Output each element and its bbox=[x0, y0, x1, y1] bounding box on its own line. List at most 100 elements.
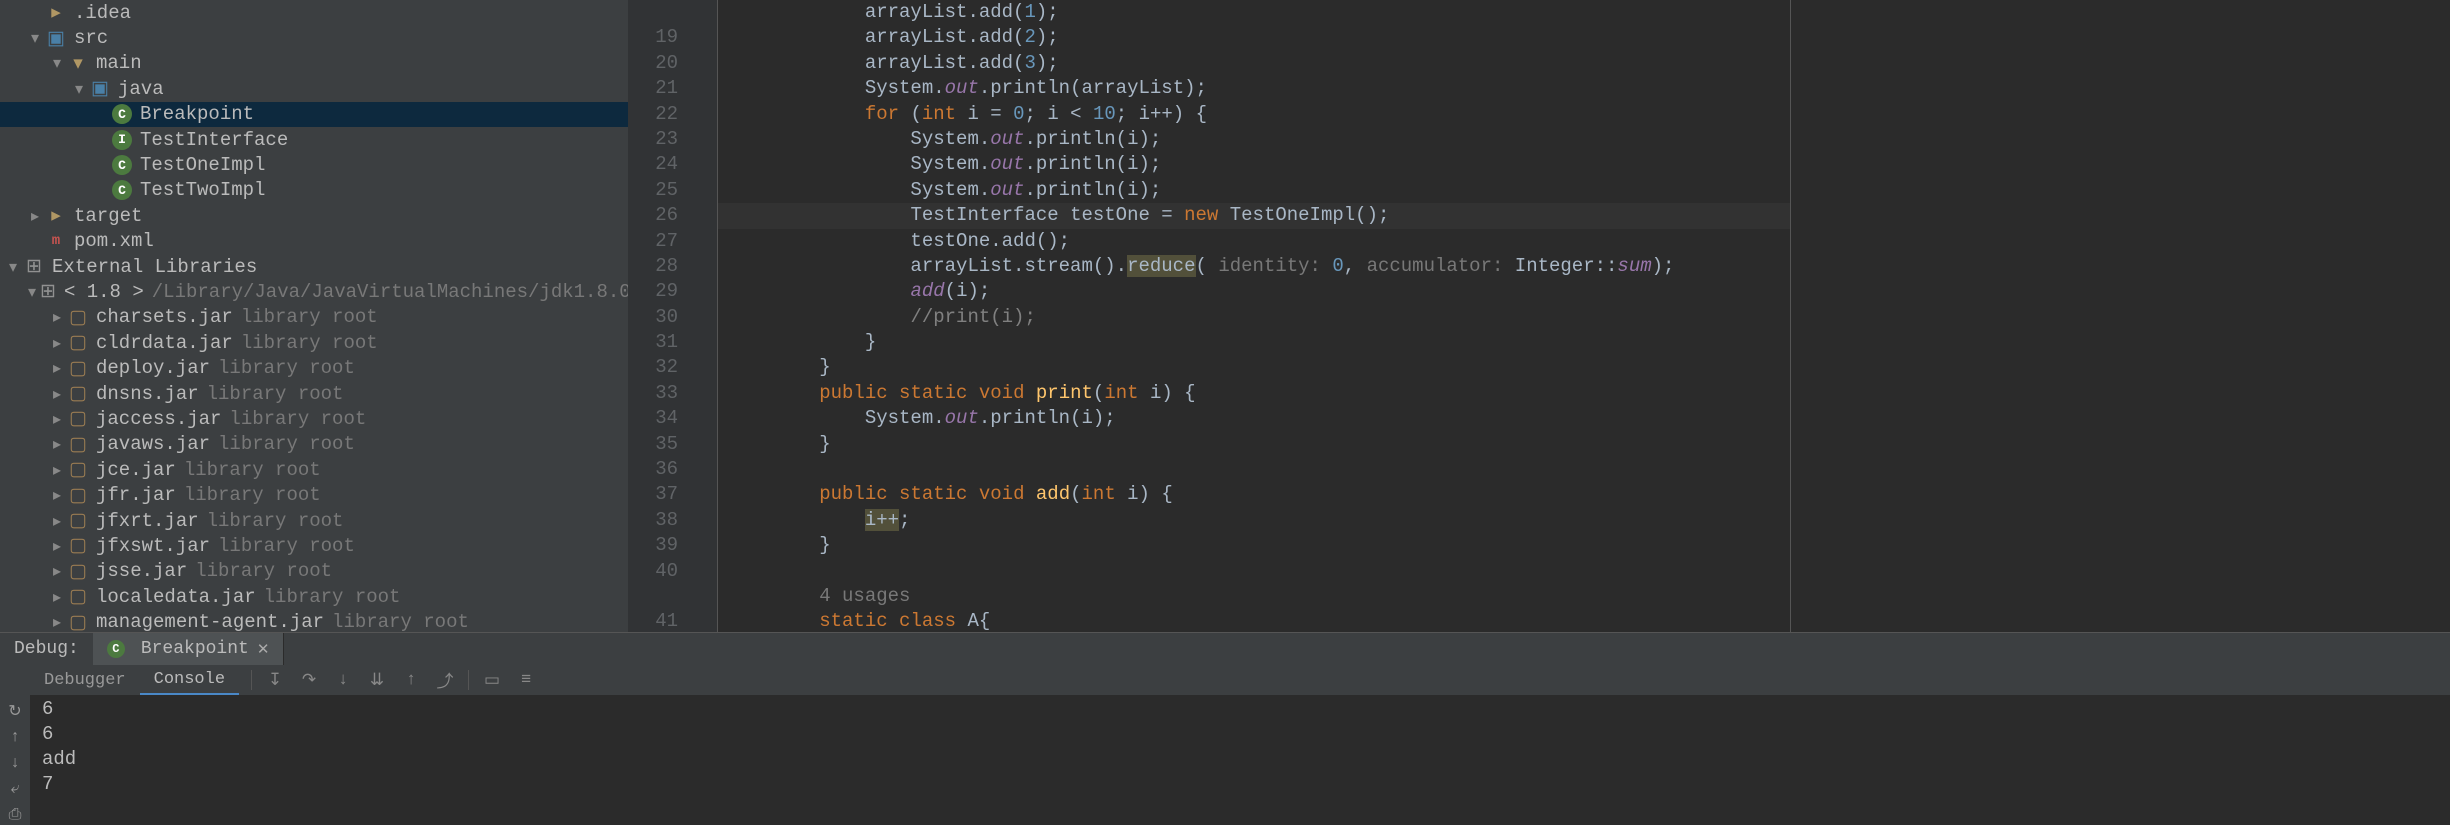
tree-item[interactable]: ▾▾main bbox=[0, 51, 628, 76]
chevron-down-icon[interactable]: ▾ bbox=[50, 56, 64, 70]
chevron-down-icon[interactable]: ▾ bbox=[28, 31, 42, 45]
debug-toolwindow[interactable]: Debug: C Breakpoint ✕ Debugger Console ↧… bbox=[0, 632, 2450, 790]
tree-item[interactable]: ▾⊞External Libraries bbox=[0, 254, 628, 279]
tree-item[interactable]: ▸▢jaccess.jarlibrary root bbox=[0, 406, 628, 431]
chevron-right-icon[interactable]: ▸ bbox=[50, 437, 64, 451]
code-line[interactable]: public static void add(int i) { bbox=[718, 482, 1790, 507]
chevron-down-icon[interactable]: ▾ bbox=[6, 260, 20, 274]
tree-item[interactable]: ▸▢dnsns.jarlibrary root bbox=[0, 381, 628, 406]
debug-config-tab[interactable]: C Breakpoint ✕ bbox=[93, 633, 285, 665]
drop-frame-icon[interactable]: ⤴ bbox=[434, 669, 456, 691]
code-line[interactable]: add(i); bbox=[718, 279, 1790, 304]
step-out-icon[interactable]: ↑ bbox=[400, 669, 422, 691]
line-number[interactable]: 29 bbox=[628, 279, 678, 304]
tree-item[interactable]: ▸▢charsets.jarlibrary root bbox=[0, 305, 628, 330]
code-editor[interactable]: 1920212223242526272829303132333435363738… bbox=[628, 0, 2450, 632]
code-area[interactable]: arrayList.add(1); arrayList.add(2); arra… bbox=[718, 0, 1790, 632]
chevron-right-icon[interactable]: ▸ bbox=[50, 539, 64, 553]
tree-item[interactable]: ▸▸target bbox=[0, 203, 628, 228]
rerun-icon[interactable]: ↻ bbox=[5, 701, 25, 721]
tree-item[interactable]: ▸▢jce.jarlibrary root bbox=[0, 457, 628, 482]
code-line[interactable]: } bbox=[718, 330, 1790, 355]
code-line[interactable]: System.out.println(i); bbox=[718, 127, 1790, 152]
chevron-right-icon[interactable]: ▸ bbox=[50, 336, 64, 350]
tree-item[interactable]: ▾▣src bbox=[0, 25, 628, 50]
down-icon[interactable]: ↓ bbox=[5, 753, 25, 773]
tab-debugger[interactable]: Debugger bbox=[30, 665, 140, 695]
line-number[interactable]: 28 bbox=[628, 254, 678, 279]
code-line[interactable]: testOne.add(); bbox=[718, 229, 1790, 254]
code-line[interactable]: static class A{ bbox=[718, 609, 1790, 632]
tree-item[interactable]: ▸▢localedata.jarlibrary root bbox=[0, 584, 628, 609]
code-line[interactable]: System.out.println(arrayList); bbox=[718, 76, 1790, 101]
tree-item[interactable]: CTestTwoImpl bbox=[0, 178, 628, 203]
code-line[interactable]: System.out.println(i); bbox=[718, 406, 1790, 431]
tree-item[interactable]: ITestInterface bbox=[0, 127, 628, 152]
chevron-right-icon[interactable]: ▸ bbox=[50, 361, 64, 375]
code-line[interactable]: arrayList.add(1); bbox=[718, 0, 1790, 25]
code-line[interactable]: arrayList.add(3); bbox=[718, 51, 1790, 76]
code-line[interactable]: System.out.println(i); bbox=[718, 178, 1790, 203]
chevron-right-icon[interactable]: ▸ bbox=[50, 310, 64, 324]
print-icon[interactable]: ⎙ bbox=[5, 805, 25, 825]
code-line[interactable] bbox=[718, 457, 1790, 482]
line-number[interactable]: 36 bbox=[628, 457, 678, 482]
line-number[interactable]: 19 bbox=[628, 25, 678, 50]
line-number[interactable]: 24 bbox=[628, 152, 678, 177]
evaluate-icon[interactable]: ≡ bbox=[515, 669, 537, 691]
chevron-right-icon[interactable]: ▸ bbox=[50, 590, 64, 604]
tree-item[interactable]: ▸▢cldrdata.jarlibrary root bbox=[0, 330, 628, 355]
code-line[interactable]: arrayList.add(2); bbox=[718, 25, 1790, 50]
chevron-down-icon[interactable]: ▾ bbox=[28, 285, 36, 299]
code-line[interactable]: } bbox=[718, 432, 1790, 457]
line-number[interactable] bbox=[628, 0, 678, 25]
console-output[interactable]: 66add7 bbox=[30, 695, 2450, 825]
tree-item[interactable]: ▸▢jfr.jarlibrary root bbox=[0, 482, 628, 507]
line-number[interactable]: 41 bbox=[628, 609, 678, 632]
step-into-icon[interactable]: ↓ bbox=[332, 669, 354, 691]
fold-column[interactable] bbox=[698, 0, 718, 632]
soft-wrap-icon[interactable]: ⤶ bbox=[5, 779, 25, 799]
tree-item[interactable]: ▸▢deploy.jarlibrary root bbox=[0, 355, 628, 380]
tree-item[interactable]: ▸▢jsse.jarlibrary root bbox=[0, 559, 628, 584]
line-number[interactable]: 23 bbox=[628, 127, 678, 152]
line-number[interactable]: 40 bbox=[628, 559, 678, 584]
run-to-cursor-icon[interactable]: ▭ bbox=[481, 669, 503, 691]
tree-item[interactable]: ▸▢jfxrt.jarlibrary root bbox=[0, 508, 628, 533]
tree-item[interactable]: ▸▢management-agent.jarlibrary root bbox=[0, 609, 628, 632]
line-number[interactable]: 25 bbox=[628, 178, 678, 203]
code-line[interactable]: i++; bbox=[718, 508, 1790, 533]
step-over-icon[interactable]: ↷ bbox=[298, 669, 320, 691]
chevron-right-icon[interactable]: ▸ bbox=[50, 514, 64, 528]
code-line[interactable]: } bbox=[718, 533, 1790, 558]
chevron-right-icon[interactable]: ▸ bbox=[50, 488, 64, 502]
tree-item[interactable]: CTestOneImpl bbox=[0, 152, 628, 177]
force-step-into-icon[interactable]: ⇊ bbox=[366, 669, 388, 691]
chevron-right-icon[interactable]: ▸ bbox=[50, 463, 64, 477]
line-number[interactable]: 33 bbox=[628, 381, 678, 406]
line-number[interactable]: 35 bbox=[628, 432, 678, 457]
tree-item[interactable]: ▾▣java bbox=[0, 76, 628, 101]
code-line[interactable]: public static void print(int i) { bbox=[718, 381, 1790, 406]
line-number[interactable]: 27 bbox=[628, 229, 678, 254]
chevron-right-icon[interactable]: ▸ bbox=[28, 209, 42, 223]
tree-item[interactable]: ▸▢jfxswt.jarlibrary root bbox=[0, 533, 628, 558]
line-number[interactable]: 20 bbox=[628, 51, 678, 76]
tree-item[interactable]: ▾⊞< 1.8 >/Library/Java/JavaVirtualMachin… bbox=[0, 279, 628, 304]
line-number[interactable]: 34 bbox=[628, 406, 678, 431]
line-number[interactable]: 30 bbox=[628, 305, 678, 330]
chevron-right-icon[interactable]: ▸ bbox=[50, 564, 64, 578]
code-line[interactable]: System.out.println(i); bbox=[718, 152, 1790, 177]
tree-item[interactable]: mpom.xml bbox=[0, 229, 628, 254]
line-number[interactable]: 22 bbox=[628, 102, 678, 127]
code-line[interactable]: for (int i = 0; i < 10; i++) { bbox=[718, 102, 1790, 127]
code-line[interactable]: 4 usages bbox=[718, 584, 1790, 609]
line-number[interactable]: 37 bbox=[628, 482, 678, 507]
chevron-down-icon[interactable]: ▾ bbox=[72, 82, 86, 96]
code-line[interactable]: } bbox=[718, 355, 1790, 380]
tree-item[interactable]: CBreakpoint bbox=[0, 102, 628, 127]
chevron-right-icon[interactable]: ▸ bbox=[50, 412, 64, 426]
scroll-icon[interactable]: ↑ bbox=[5, 727, 25, 747]
line-number[interactable]: 32 bbox=[628, 355, 678, 380]
line-number[interactable] bbox=[628, 584, 678, 609]
